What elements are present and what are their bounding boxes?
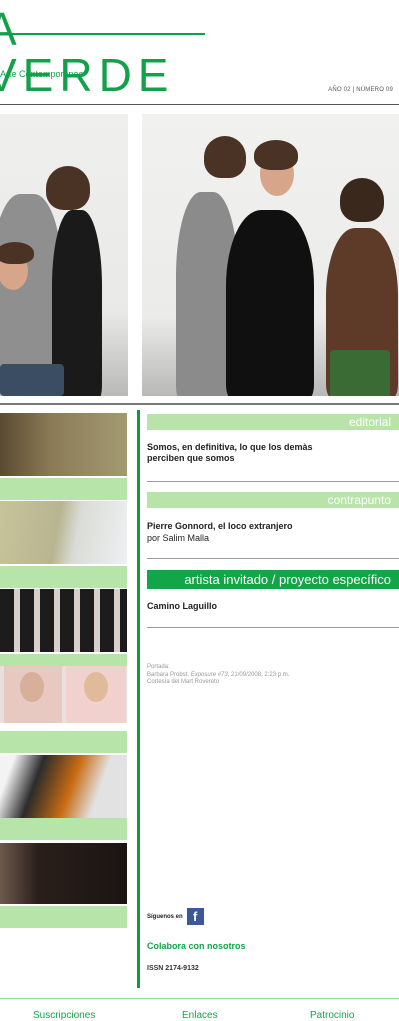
thumbnail-5[interactable] bbox=[0, 755, 127, 818]
site-tagline: Arte Contemporáneo bbox=[0, 69, 84, 79]
cover-photo-right bbox=[142, 114, 399, 396]
contrapunto-title[interactable]: Pierre Gonnord, el loco extranjero bbox=[147, 521, 293, 532]
follow-label: Síguenos en bbox=[147, 913, 183, 920]
thumbnail-5-bar bbox=[0, 818, 127, 840]
thumbnail-2[interactable] bbox=[0, 501, 127, 564]
column-divider bbox=[137, 410, 140, 988]
editorial-text[interactable]: Somos, en definitiva, lo que los demàs p… bbox=[147, 442, 347, 464]
header-divider bbox=[0, 104, 399, 105]
facebook-icon[interactable]: f bbox=[186, 908, 204, 925]
colabora-link[interactable]: Colabora con nosotros bbox=[147, 941, 246, 951]
editorial-separator bbox=[147, 481, 399, 482]
caption-line-1: Portada: bbox=[147, 664, 170, 670]
editorial-header[interactable]: editorial bbox=[147, 414, 399, 430]
cover-photo-left bbox=[0, 114, 128, 396]
content-divider bbox=[0, 403, 399, 405]
thumbnail-1[interactable] bbox=[0, 413, 127, 476]
artista-invitado-title[interactable]: Camino Laguillo bbox=[147, 601, 217, 612]
caption-line-2: Barbara Probst. Exposure #73, 21/09/2008… bbox=[147, 671, 290, 678]
footer-link-patrocinio[interactable]: Patrocinio bbox=[310, 1010, 354, 1021]
issue-number: AÑO 02 | NÚMERO 09 bbox=[328, 87, 393, 93]
footer-link-enlaces[interactable]: Enlaces bbox=[182, 1010, 218, 1021]
thumbnail-1-bar bbox=[0, 478, 127, 500]
thumbnail-4[interactable] bbox=[0, 666, 127, 723]
follow-us: Síguenos en f bbox=[147, 908, 204, 925]
artista-separator bbox=[147, 627, 399, 628]
logo-text: A VERDE bbox=[0, 3, 175, 101]
issn-number: ISSN 2174-9132 bbox=[147, 965, 199, 972]
thumbnail-6-bar bbox=[0, 906, 127, 928]
cover-caption: Portada: Barbara Probst. Exposure #73, 2… bbox=[147, 664, 289, 687]
logo-strike-line bbox=[0, 33, 205, 35]
footer-link-suscripciones[interactable]: Suscripciones bbox=[33, 1010, 95, 1021]
artista-invitado-header[interactable]: artista invitado / proyecto específico bbox=[147, 570, 399, 589]
site-logo[interactable]: A VERDE bbox=[0, 0, 210, 98]
contrapunto-author: por Salim Malla bbox=[147, 533, 210, 543]
thumbnail-4-bar bbox=[0, 731, 127, 753]
contrapunto-separator bbox=[147, 558, 399, 559]
thumbnail-3[interactable] bbox=[0, 589, 127, 652]
contrapunto-header[interactable]: contrapunto bbox=[147, 492, 399, 508]
caption-line-3: Cortesía del Mart Rovereto bbox=[147, 679, 220, 685]
thumbnail-6[interactable] bbox=[0, 843, 127, 904]
footer-divider bbox=[0, 998, 399, 999]
thumbnail-2-bar bbox=[0, 566, 127, 588]
